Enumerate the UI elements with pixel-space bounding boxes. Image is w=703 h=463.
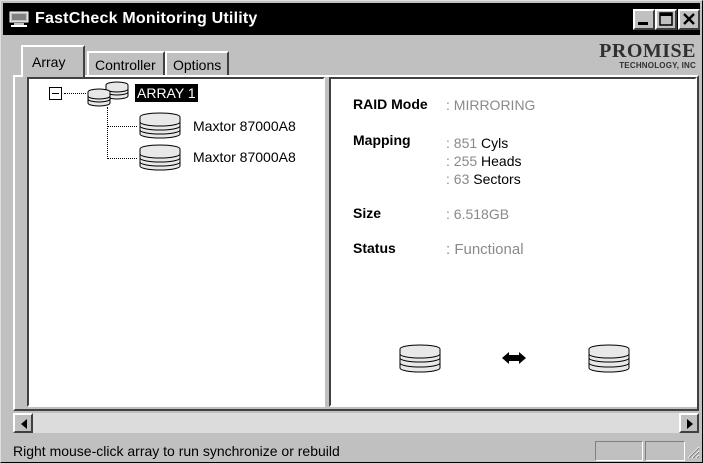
tab-array[interactable]: Array	[21, 45, 85, 77]
tab-array-label: Array	[32, 54, 66, 70]
maximize-icon	[659, 12, 673, 26]
disk-icon	[139, 144, 181, 171]
array-tree-pane[interactable]: ARRAY 1 Maxtor 87000A8 Maxtor 87000A8	[27, 77, 325, 407]
tab-options[interactable]: Options	[165, 51, 229, 75]
horizontal-scrollbar[interactable]	[13, 413, 699, 433]
logo-main-text: PROMISE	[599, 40, 696, 62]
logo-sub-text: TECHNOLOGY, INC	[619, 61, 696, 70]
tree-item-disk[interactable]: Maxtor 87000A8	[193, 118, 296, 134]
status-message: Right mouse-click array to run synchroni…	[13, 443, 340, 459]
app-window: FastCheck Monitoring Utility Array Contr…	[0, 0, 703, 463]
status-panel	[595, 441, 643, 461]
tab-controller-label: Controller	[95, 57, 156, 73]
array-details-pane: RAID Mode : MIRRORING Mapping : 851 Cyls…	[329, 77, 697, 407]
promise-logo: PROMISE TECHNOLOGY, INC	[599, 41, 696, 70]
resize-grip-icon[interactable]	[686, 445, 700, 459]
raid-mode-label: RAID Mode	[353, 96, 428, 112]
arrow-left-icon	[21, 419, 27, 429]
maximize-button[interactable]	[655, 9, 677, 30]
tree-item-array[interactable]: ARRAY 1	[135, 84, 198, 102]
disk-icon	[399, 344, 441, 373]
collapse-toggle-icon[interactable]	[49, 87, 62, 100]
array-icon	[87, 81, 129, 107]
tab-options-label: Options	[173, 57, 222, 73]
app-monitor-icon	[9, 11, 29, 27]
mapping-heads: : 255 Heads	[446, 153, 522, 169]
size-value: : 6.518GB	[446, 206, 510, 222]
mapping-label: Mapping	[353, 132, 411, 148]
mapping-sectors: : 63 Sectors	[446, 171, 521, 187]
arrow-right-icon	[687, 419, 693, 429]
size-label: Size	[353, 205, 382, 221]
disk-icon	[139, 112, 181, 139]
window-title: FastCheck Monitoring Utility	[35, 10, 258, 27]
status-label: Status	[353, 240, 396, 256]
scroll-left-button[interactable]	[13, 413, 33, 433]
tree-connector	[107, 126, 137, 127]
raid-mode-value: : MIRRORING	[446, 97, 536, 113]
tree-item-disk[interactable]: Maxtor 87000A8	[193, 149, 296, 165]
mapping-cylinders: : 851 Cyls	[446, 135, 509, 151]
tab-controller[interactable]: Controller	[87, 51, 165, 75]
tree-connector	[107, 107, 108, 159]
tree-connector	[107, 158, 137, 159]
close-icon	[683, 13, 695, 25]
status-panel	[645, 441, 685, 461]
sync-arrows-icon	[502, 352, 526, 364]
scroll-right-button[interactable]	[679, 413, 699, 433]
status-bar: Right mouse-click array to run synchroni…	[3, 439, 700, 461]
close-button[interactable]	[678, 9, 700, 30]
tree-connector	[64, 93, 86, 94]
minimize-button[interactable]	[633, 9, 655, 30]
title-bar[interactable]: FastCheck Monitoring Utility	[3, 3, 700, 35]
status-value: : Functional	[446, 241, 524, 258]
minimize-icon	[638, 22, 648, 25]
disk-icon	[588, 344, 630, 373]
